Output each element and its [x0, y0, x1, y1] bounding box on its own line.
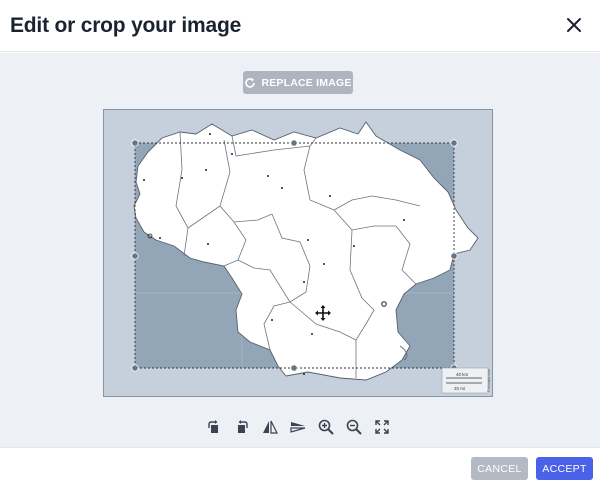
image-crop-stage[interactable]: 40 km 20 mi © d-maps.com — [103, 109, 493, 397]
fit-button[interactable] — [373, 418, 391, 436]
close-button[interactable] — [564, 15, 584, 35]
dialog-footer: CANCEL ACCEPT — [0, 447, 600, 483]
crop-handle-right[interactable] — [450, 252, 458, 260]
crop-handle-bottom[interactable] — [290, 364, 298, 372]
dialog-title: Edit or crop your image — [10, 13, 242, 37]
zoom-in-button[interactable] — [317, 418, 335, 436]
zoom-out-icon — [346, 419, 362, 435]
fit-icon — [375, 420, 389, 434]
zoom-out-button[interactable] — [345, 418, 363, 436]
scale-km-label: 40 km — [456, 372, 469, 377]
flip-vertical-icon — [290, 422, 306, 433]
accept-button[interactable]: ACCEPT — [536, 457, 593, 480]
crop-handle-top[interactable] — [290, 139, 298, 147]
cancel-button[interactable]: CANCEL — [471, 457, 528, 480]
rotate-left-icon — [208, 420, 218, 433]
scale-mi-label: 20 mi — [454, 386, 465, 391]
flip-horizontal-icon — [263, 420, 278, 434]
crop-handle-top-right[interactable] — [450, 139, 458, 147]
close-icon — [567, 18, 581, 32]
map-scale: 40 km 20 mi © d-maps.com — [441, 367, 491, 394]
rotate-right-button[interactable] — [233, 418, 251, 436]
refresh-icon — [245, 77, 256, 88]
flip-horizontal-button[interactable] — [261, 418, 279, 436]
replace-image-button[interactable]: REPLACE IMAGE — [243, 71, 353, 94]
crop-handle-bottom-left[interactable] — [131, 364, 139, 372]
crop-handle-left[interactable] — [131, 252, 139, 260]
map-image: 40 km 20 mi © d-maps.com — [131, 121, 491, 394]
replace-image-label: REPLACE IMAGE — [261, 76, 352, 89]
rotate-right-icon — [238, 420, 248, 433]
image-toolbar — [205, 418, 391, 436]
zoom-in-icon — [318, 419, 334, 435]
map-credit: © d-maps.com — [487, 369, 491, 392]
crop-handle-top-left[interactable] — [131, 139, 139, 147]
rotate-left-button[interactable] — [205, 418, 223, 436]
flip-vertical-button[interactable] — [289, 418, 307, 436]
dialog-header: Edit or crop your image — [0, 0, 600, 52]
